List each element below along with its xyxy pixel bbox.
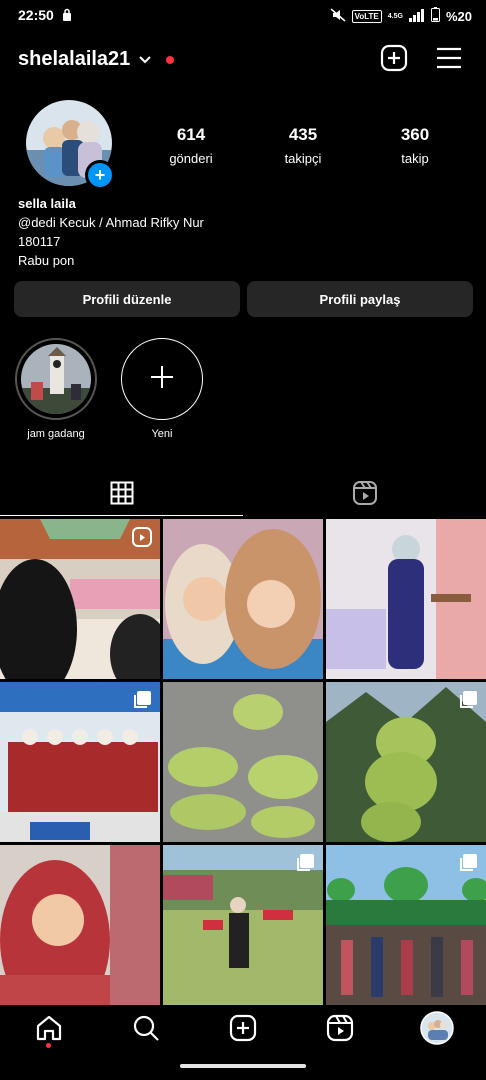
highlight-label: jam gadang xyxy=(27,428,85,440)
plus-square-icon xyxy=(380,44,408,77)
stat-followers-label: takipçi xyxy=(284,151,322,166)
reels-icon xyxy=(352,480,378,511)
notification-dot xyxy=(45,1043,51,1048)
create-button[interactable] xyxy=(378,44,410,76)
multiple-photos-icon xyxy=(132,690,152,710)
home-icon xyxy=(35,1014,63,1047)
tab-posts-grid[interactable] xyxy=(0,474,243,516)
stat-following-label: takip xyxy=(401,151,429,166)
home-indicator[interactable] xyxy=(180,1064,306,1068)
notification-dot xyxy=(166,55,175,64)
account-switcher[interactable]: shelalaila21 xyxy=(18,48,175,71)
highlight-new[interactable]: Yeni xyxy=(119,338,205,440)
display-name: sella laila xyxy=(18,196,76,211)
hamburger-icon xyxy=(436,47,462,74)
profile-avatar-icon xyxy=(420,1010,455,1050)
bottom-nav xyxy=(0,1002,486,1058)
battery-icon xyxy=(430,7,440,25)
post-thumbnail-1[interactable] xyxy=(0,519,160,679)
stat-following-count: 360 xyxy=(400,125,430,144)
stat-following[interactable]: 360 takip xyxy=(370,125,460,166)
post-thumbnail-8[interactable] xyxy=(163,845,323,1005)
multiple-photos-icon xyxy=(458,853,478,873)
lock-icon xyxy=(62,8,72,27)
plus-icon: + xyxy=(94,165,106,185)
create-icon xyxy=(229,1014,257,1047)
post-thumbnail-6[interactable] xyxy=(326,682,486,842)
new-highlight-ring xyxy=(121,338,203,420)
tab-reels[interactable] xyxy=(243,474,486,516)
nav-profile[interactable] xyxy=(417,1010,457,1050)
multiple-photos-icon xyxy=(295,853,315,873)
network-type: 4.5G xyxy=(387,12,403,20)
grid-icon xyxy=(110,481,134,510)
multiple-photos-icon xyxy=(458,690,478,710)
edit-profile-button[interactable]: Profili düzenle xyxy=(14,281,240,317)
username: shelalaila21 xyxy=(18,48,131,70)
post-thumbnail-7[interactable] xyxy=(0,845,160,1005)
signal-icon xyxy=(408,8,425,25)
nav-search[interactable] xyxy=(126,1010,166,1050)
bio-line-3: Rabu pon xyxy=(18,253,75,268)
battery-level: %20 xyxy=(445,8,472,24)
nav-home[interactable] xyxy=(29,1010,69,1050)
plus-icon xyxy=(149,364,175,395)
nav-create[interactable] xyxy=(223,1010,263,1050)
stat-followers-count: 435 xyxy=(288,125,318,144)
mute-icon xyxy=(330,7,346,25)
active-tab-indicator xyxy=(0,515,243,516)
status-time: 22:50 xyxy=(18,7,54,23)
reel-badge-icon xyxy=(132,527,152,547)
post-thumbnail-4[interactable] xyxy=(0,682,160,842)
post-thumbnail-5[interactable] xyxy=(163,682,323,842)
nav-reels[interactable] xyxy=(320,1010,360,1050)
add-story-badge[interactable]: + xyxy=(85,160,115,190)
highlight-cover xyxy=(15,338,97,420)
status-right: VoLTE 4.5G %20 xyxy=(330,7,472,25)
reels-icon xyxy=(326,1014,354,1047)
volte-badge: VoLTE xyxy=(351,9,382,23)
post-thumbnail-9[interactable] xyxy=(326,845,486,1005)
stat-posts[interactable]: 614 gönderi xyxy=(146,125,236,166)
stat-posts-label: gönderi xyxy=(169,151,213,166)
chevron-down-icon xyxy=(138,48,152,71)
share-profile-button[interactable]: Profili paylaş xyxy=(247,281,473,317)
menu-button[interactable] xyxy=(433,44,465,76)
stat-followers[interactable]: 435 takipçi xyxy=(258,125,348,166)
stat-posts-count: 614 xyxy=(176,125,206,144)
status-bar: 22:50 VoLTE 4.5G %20 xyxy=(0,0,486,30)
search-icon xyxy=(132,1014,160,1047)
bio-line-1: @dedi Kecuk / Ahmad Rifky Nur xyxy=(18,215,204,230)
profile-bio: sella laila @dedi Kecuk / Ahmad Rifky Nu… xyxy=(18,194,204,270)
highlight-jam-gadang[interactable]: jam gadang xyxy=(13,338,99,440)
post-thumbnail-3[interactable] xyxy=(326,519,486,679)
highlight-label: Yeni xyxy=(151,428,173,440)
bio-line-2: 180117 xyxy=(18,234,61,249)
post-thumbnail-2[interactable] xyxy=(163,519,323,679)
